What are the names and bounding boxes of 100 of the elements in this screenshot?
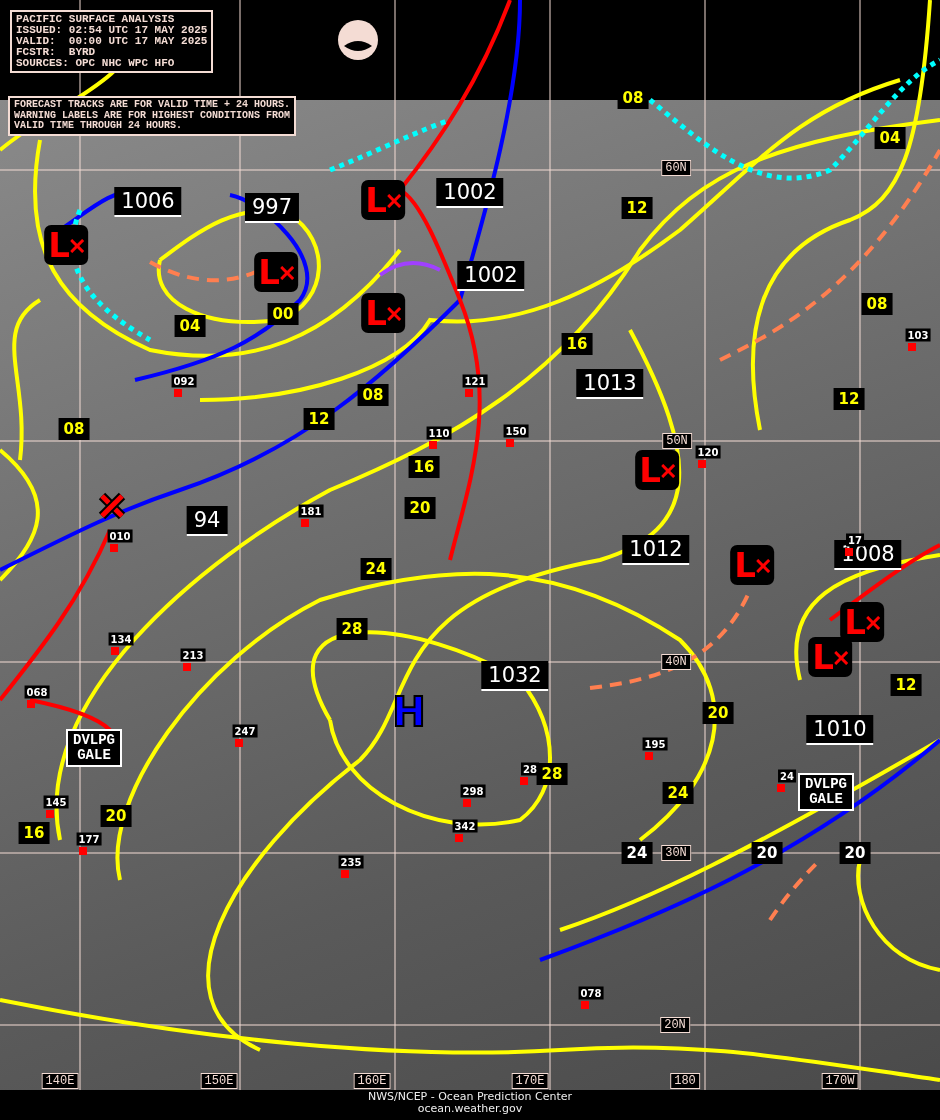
pressure-label: 1012 xyxy=(622,535,690,565)
station-marker-icon xyxy=(645,752,653,760)
station-marker-icon xyxy=(777,784,785,792)
station-number: 177 xyxy=(76,832,102,846)
station-marker-icon xyxy=(463,799,471,807)
gale-warning-label: DVLPG GALE xyxy=(798,773,854,811)
station-number: 17 xyxy=(846,533,864,547)
longitude-label: 150E xyxy=(200,1073,238,1089)
pressure-label: 1010 xyxy=(806,715,874,745)
info-text: PACIFIC SURFACE ANALYSIS xyxy=(16,14,176,25)
info-text: VALID: 00:00 UTC 17 MAY 2025 xyxy=(16,36,208,47)
station-number: 068 xyxy=(24,685,50,699)
low-pressure-letter: L xyxy=(258,254,280,290)
station-number: 213 xyxy=(180,648,206,662)
longitude-label: 160E xyxy=(353,1073,391,1089)
low-pressure-letter: L xyxy=(48,227,70,263)
low-pressure-letter: L xyxy=(365,182,387,218)
footer-credit: NWS/NCEP - Ocean Prediction Center ocean.weather.gov xyxy=(367,1091,573,1115)
station-marker-icon xyxy=(301,519,309,527)
info-text: ISSUED: 02:54 UTC 17 MAY 2025 xyxy=(16,25,208,36)
station-number: 247 xyxy=(232,724,258,738)
station-number: 24 xyxy=(778,769,796,783)
isobar-label: 12 xyxy=(621,197,653,219)
isobar-label: 24 xyxy=(662,782,694,804)
station-marker-icon xyxy=(235,739,243,747)
station-number: 195 xyxy=(642,737,668,751)
info-text: SOURCES: OPC NHC WPC HFO xyxy=(16,58,176,69)
station-marker-icon xyxy=(174,389,182,397)
pressure-label: 1002 xyxy=(436,178,504,208)
isobar-label: 08 xyxy=(58,418,90,440)
isobar-label: 16 xyxy=(18,822,50,844)
station-number: 150 xyxy=(503,424,529,438)
low-center-x-icon xyxy=(865,616,880,630)
station-marker-icon xyxy=(341,870,349,878)
station-marker-icon xyxy=(79,847,87,855)
station-number: 342 xyxy=(452,819,478,833)
station-number: 110 xyxy=(426,426,452,440)
notice-text: FORECAST TRACKS ARE FOR VALID TIME + 24 HOURS. xyxy=(14,100,291,111)
low-center-x-icon xyxy=(755,559,770,573)
station-number: 235 xyxy=(338,855,364,869)
occluded-front-line xyxy=(378,261,441,277)
isobar-label: 04 xyxy=(874,127,906,149)
latitude-label: 20N xyxy=(660,1017,690,1033)
isobar-label: 20 xyxy=(839,842,871,864)
pressure-label: 1032 xyxy=(481,661,549,691)
station-number: 010 xyxy=(107,529,133,543)
station-marker-icon xyxy=(520,777,528,785)
isobar-label: 28 xyxy=(336,618,368,640)
station-marker-icon xyxy=(46,810,54,818)
station-number: 181 xyxy=(298,504,324,518)
isobar-label: 00 xyxy=(267,303,299,325)
station-number: 28 xyxy=(521,762,539,776)
isobar-label: 12 xyxy=(303,408,335,430)
low-pressure-letter: L xyxy=(734,547,756,583)
station-marker-icon xyxy=(845,548,853,556)
station-marker-icon xyxy=(111,647,119,655)
latitude-label: 50N xyxy=(662,433,692,449)
isobar-label: 20 xyxy=(702,702,734,724)
low-center-x-icon xyxy=(660,464,675,478)
station-marker-icon xyxy=(455,834,463,842)
station-number: 120 xyxy=(695,445,721,459)
longitude-label: 140E xyxy=(41,1073,79,1089)
low-center-x-icon xyxy=(386,194,401,208)
station-number: 145 xyxy=(43,795,69,809)
info-text: FCSTR: BYRD xyxy=(16,47,97,58)
noaa-logo-icon xyxy=(338,20,378,60)
pressure-label: 1013 xyxy=(576,369,644,399)
low-pressure-letter: L xyxy=(365,295,387,331)
gale-warning-label: DVLPG GALE xyxy=(66,729,122,767)
isobar-label: 20 xyxy=(404,497,436,519)
low-pressure-letter: L xyxy=(844,604,866,640)
isobar-label: 16 xyxy=(408,456,440,478)
storm-center-x-icon xyxy=(98,492,126,520)
low-center-x-icon xyxy=(69,239,84,253)
high-pressure-symbol: H xyxy=(392,692,426,732)
longitude-label: 170W xyxy=(821,1073,859,1089)
station-marker-icon xyxy=(506,439,514,447)
low-pressure-letter: L xyxy=(639,452,661,488)
station-marker-icon xyxy=(110,544,118,552)
longitude-label: 180 xyxy=(670,1073,700,1089)
isobar-label: 08 xyxy=(357,384,389,406)
low-center-x-icon xyxy=(386,307,401,321)
station-marker-icon xyxy=(465,389,473,397)
isobar-label: 16 xyxy=(561,333,593,355)
isobar-label: 12 xyxy=(890,674,922,696)
pressure-label: 94 xyxy=(186,506,228,536)
isobar-label: 04 xyxy=(174,315,206,337)
station-number: 121 xyxy=(462,374,488,388)
notice-text: VALID TIME THROUGH 24 HOURS. xyxy=(14,121,184,132)
low-pressure-letter: L xyxy=(812,639,834,675)
station-marker-icon xyxy=(429,441,437,449)
station-marker-icon xyxy=(183,663,191,671)
station-number: 078 xyxy=(578,986,604,1000)
isobar-label: 24 xyxy=(360,558,392,580)
pressure-label: 997 xyxy=(244,193,300,223)
isobar-label: 20 xyxy=(100,805,132,827)
low-center-x-icon xyxy=(279,266,294,280)
pressure-label: 1002 xyxy=(457,261,525,291)
isobar-label: 24 xyxy=(621,842,653,864)
latitude-label: 30N xyxy=(661,845,691,861)
